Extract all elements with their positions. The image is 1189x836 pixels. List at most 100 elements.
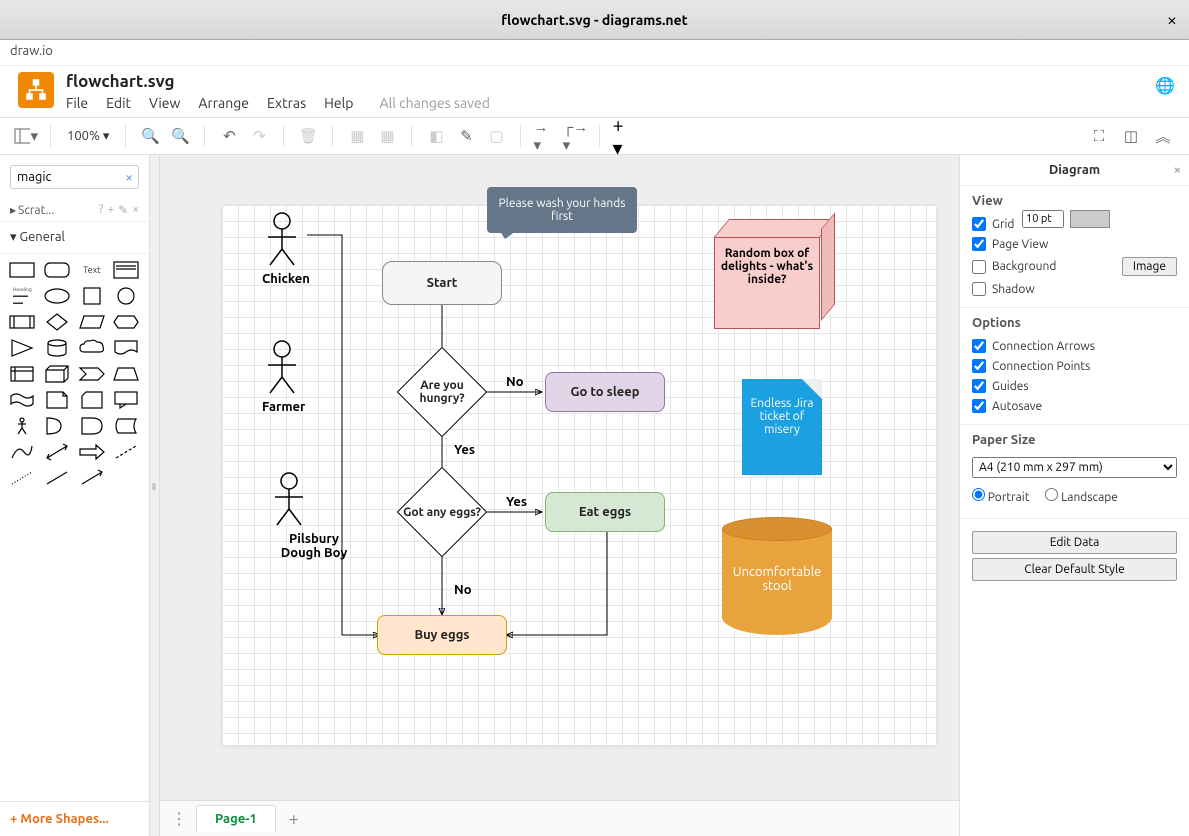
conn-points-checkbox[interactable] xyxy=(972,359,986,373)
zoom-in-icon[interactable]: 🔍 xyxy=(138,124,162,148)
search-clear-icon[interactable]: × xyxy=(125,169,133,185)
to-front-icon[interactable]: ▦ xyxy=(345,124,369,148)
menu-extras[interactable]: Extras xyxy=(267,95,306,111)
shape-bidirectional-arrow[interactable] xyxy=(43,442,71,462)
collapse-icon[interactable]: ︽ xyxy=(1151,124,1175,148)
shape-circle[interactable] xyxy=(112,286,140,306)
clear-style-button[interactable]: Clear Default Style xyxy=(972,558,1177,581)
shape-tape[interactable] xyxy=(8,390,36,410)
landscape-radio[interactable] xyxy=(1045,488,1058,501)
shape-diamond[interactable] xyxy=(43,312,71,332)
menu-view[interactable]: View xyxy=(149,95,180,111)
shape-line[interactable] xyxy=(43,468,71,488)
autosave-checkbox[interactable] xyxy=(972,399,986,413)
page-menu-icon[interactable]: ⋮ xyxy=(166,809,192,828)
shape-arrow[interactable] xyxy=(78,442,106,462)
shape-cloud[interactable] xyxy=(78,338,106,358)
shape-search-input[interactable] xyxy=(10,165,139,189)
shape-cylinder[interactable] xyxy=(43,338,71,358)
shape-note[interactable] xyxy=(43,390,71,410)
node-decision-eggs[interactable]: Got any eggs? xyxy=(397,467,487,557)
shape-trapezoid[interactable] xyxy=(112,364,140,384)
edge-label-no-2[interactable]: No xyxy=(454,583,472,597)
shape-heading[interactable]: Heading▬▬▬▬▬ xyxy=(8,286,37,306)
to-back-icon[interactable]: ▦ xyxy=(375,124,399,148)
shape-rect[interactable] xyxy=(8,260,36,280)
shape-text[interactable]: Text xyxy=(78,260,107,280)
paper-size-select[interactable]: A4 (210 mm x 297 mm) xyxy=(972,457,1177,478)
more-shapes-button[interactable]: More Shapes... xyxy=(0,801,149,836)
format-panel-icon[interactable]: ◫ xyxy=(1119,124,1143,148)
canvas[interactable]: Please wash your hands first Chicken Far… xyxy=(160,155,959,836)
delete-icon[interactable]: 🗑 xyxy=(296,124,320,148)
shape-triangle[interactable] xyxy=(8,338,36,358)
waypoint-icon[interactable]: ┌→ ▾ xyxy=(563,124,587,148)
drawing-page[interactable]: Please wash your hands first Chicken Far… xyxy=(222,205,936,745)
shape-cube[interactable] xyxy=(43,364,71,384)
edit-data-button[interactable]: Edit Data xyxy=(972,531,1177,554)
fill-color-icon[interactable]: ◧ xyxy=(424,124,448,148)
guides-checkbox[interactable] xyxy=(972,379,986,393)
shape-process[interactable] xyxy=(8,312,36,332)
connection-icon[interactable]: → ▾ xyxy=(533,124,557,148)
fullscreen-icon[interactable]: ⛶ xyxy=(1087,124,1111,148)
node-jira-note[interactable]: Endless Jira ticket of misery xyxy=(742,379,822,475)
redo-icon[interactable]: ↷ xyxy=(247,124,271,148)
background-image-button[interactable]: Image xyxy=(1122,257,1177,276)
scratchpad-close-icon[interactable]: × xyxy=(132,203,139,217)
menu-edit[interactable]: Edit xyxy=(106,95,131,111)
shadow-icon[interactable]: ▢ xyxy=(484,124,508,148)
panel-close-icon[interactable]: × xyxy=(1174,163,1181,177)
shape-dashed-line[interactable] xyxy=(112,442,140,462)
node-buy[interactable]: Buy eggs xyxy=(377,615,507,655)
grid-size-input[interactable] xyxy=(1022,210,1064,228)
insert-icon[interactable]: + ▾ xyxy=(612,124,636,148)
shape-curve[interactable] xyxy=(8,442,36,462)
grid-checkbox[interactable] xyxy=(972,217,986,231)
grid-color-swatch[interactable] xyxy=(1070,210,1110,228)
zoom-out-icon[interactable]: 🔍 xyxy=(168,124,192,148)
node-actor-dough-boy[interactable]: Pilsbury Dough Boy xyxy=(244,471,334,560)
window-close-button[interactable]: × xyxy=(1167,10,1177,30)
line-color-icon[interactable]: ✎ xyxy=(454,124,478,148)
shape-and[interactable] xyxy=(78,416,106,436)
shape-card[interactable] xyxy=(78,390,106,410)
node-callout[interactable]: Please wash your hands first xyxy=(487,187,637,233)
shape-square[interactable] xyxy=(78,286,106,306)
edge-label-yes-1[interactable]: Yes xyxy=(454,443,475,457)
shape-or[interactable] xyxy=(43,416,71,436)
shape-document[interactable] xyxy=(112,338,140,358)
shape-ellipse[interactable] xyxy=(43,286,71,306)
shape-data-storage[interactable] xyxy=(112,416,140,436)
file-name[interactable]: flowchart.svg xyxy=(66,72,1179,91)
background-checkbox[interactable] xyxy=(972,260,986,274)
node-decision-hungry[interactable]: Are you hungry? xyxy=(397,347,487,437)
menu-help[interactable]: Help xyxy=(324,95,353,111)
shape-dotted-line[interactable] xyxy=(8,468,36,488)
language-icon[interactable]: 🌐 xyxy=(1155,76,1175,95)
portrait-radio[interactable] xyxy=(972,488,985,501)
shape-textbox[interactable] xyxy=(112,260,140,280)
node-cylinder[interactable]: Uncomfortable stool xyxy=(722,517,832,647)
zoom-level[interactable]: 100% ▾ xyxy=(63,127,113,146)
scratchpad-add-icon[interactable]: + xyxy=(107,203,114,217)
sidebar-toggle-icon[interactable]: ▾ xyxy=(14,124,38,148)
page-tab-1[interactable]: Page-1 xyxy=(196,805,276,832)
edge-label-yes-2[interactable]: Yes xyxy=(506,495,527,509)
node-start[interactable]: Start xyxy=(382,261,502,305)
shadow-checkbox[interactable] xyxy=(972,282,986,296)
edge-label-no-1[interactable]: No xyxy=(506,375,524,389)
scratchpad-edit-icon[interactable]: ✎ xyxy=(118,203,128,217)
node-actor-farmer[interactable]: Farmer xyxy=(262,339,302,414)
undo-icon[interactable]: ↶ xyxy=(217,124,241,148)
node-cube[interactable]: Random box of delights - what's inside? xyxy=(714,219,834,329)
shape-internal-storage[interactable] xyxy=(8,364,36,384)
shape-parallelogram[interactable] xyxy=(78,312,106,332)
node-sleep[interactable]: Go to sleep xyxy=(545,372,665,412)
menu-arrange[interactable]: Arrange xyxy=(198,95,249,111)
shape-directional-connector[interactable] xyxy=(78,468,106,488)
sidebar-splitter[interactable]: ⦀ xyxy=(150,155,160,836)
conn-arrows-checkbox[interactable] xyxy=(972,339,986,353)
page-view-checkbox[interactable] xyxy=(972,237,986,251)
shape-hexagon[interactable] xyxy=(112,312,140,332)
